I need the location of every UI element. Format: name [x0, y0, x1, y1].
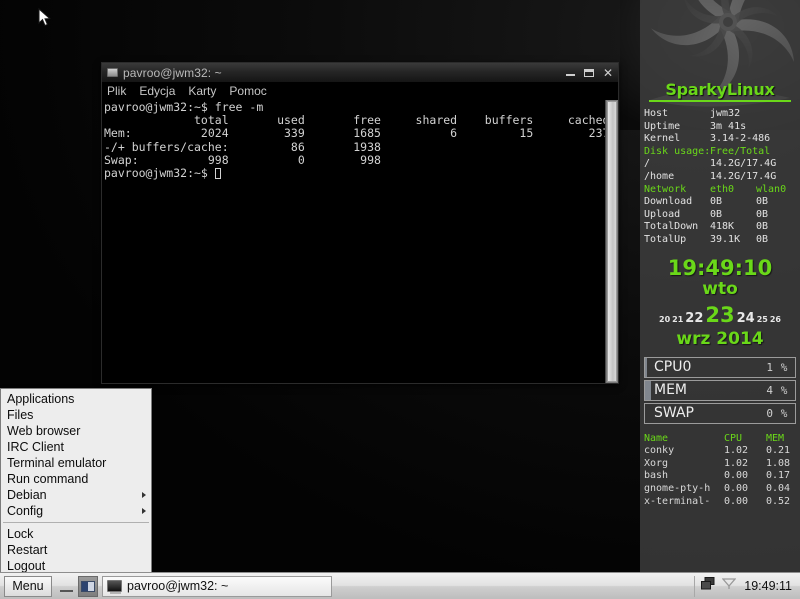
menu-item-restart[interactable]: Restart — [1, 542, 151, 558]
terminal-icon — [107, 68, 118, 77]
show-desktop-icon[interactable] — [55, 576, 77, 597]
taskbar-window-label: pavroo@jwm32: ~ — [127, 579, 228, 593]
terminal-cursor — [215, 168, 221, 179]
pager-desktops — [81, 581, 95, 592]
calendar-day: 26 — [770, 315, 781, 324]
maximize-icon[interactable] — [584, 69, 594, 77]
terminal-title: pavroo@jwm32: ~ — [123, 66, 222, 80]
conky-system-block: Host jwm32 Uptime 3m 41s Kernel 3.14-2-4… — [644, 108, 796, 146]
conky-disk-root: / 14.2G/17.4G — [644, 158, 796, 171]
calendar-day: 20 — [659, 315, 670, 324]
conky-row-host: Host jwm32 — [644, 108, 796, 121]
minimize-icon[interactable] — [566, 74, 575, 76]
process-row: gnome-pty-h 0.00 0.04 — [644, 483, 796, 496]
process-row: x-terminal- 0.00 0.52 — [644, 496, 796, 509]
menu-item-label: Run command — [7, 472, 88, 486]
conky-clock: 19:49:10 — [644, 256, 796, 280]
close-icon[interactable]: ✕ — [603, 68, 613, 78]
menu-item-label: Debian — [7, 488, 47, 502]
taskbar-clock[interactable]: 19:49:11 — [742, 579, 798, 593]
menu-pomoc[interactable]: Pomoc — [229, 84, 266, 98]
conky-weekday: wto — [644, 280, 796, 299]
process-row: Xorg 1.02 1.08 — [644, 458, 796, 471]
menu-karty[interactable]: Karty — [188, 84, 216, 98]
calendar-day: 24 — [737, 311, 755, 326]
taskbar-menu-button[interactable]: Menu — [4, 576, 52, 597]
terminal-scrollbar[interactable] — [605, 100, 618, 383]
submenu-arrow-icon — [142, 508, 146, 514]
taskbar-window-button[interactable]: pavroo@jwm32: ~ — [102, 576, 332, 597]
conky-bar-cpu0: CPU0 1 % — [644, 357, 796, 378]
menu-item-label: Files — [7, 408, 33, 422]
menu-item-label: Web browser — [7, 424, 80, 438]
conky-process-table: Name CPU MEM conky 1.02 0.21 Xorg 1.02 1… — [644, 433, 796, 509]
menu-item-label: Lock — [7, 527, 33, 541]
menu-item-lock[interactable]: Lock — [1, 526, 151, 542]
menu-item-label: Restart — [7, 543, 47, 557]
calendar-day: 21 — [672, 315, 683, 324]
conky-calendar: 20 21 22 23 24 25 26 — [644, 303, 796, 327]
terminal-body[interactable]: pavroo@jwm32:~$ free -m total used free … — [102, 100, 618, 383]
terminal-output-text: pavroo@jwm32:~$ free -m total used free … — [104, 100, 605, 180]
conky-row-uptime: Uptime 3m 41s — [644, 121, 796, 134]
window-controls[interactable]: ✕ — [566, 63, 613, 82]
workspace-pager-icon[interactable] — [78, 576, 98, 597]
process-header-row: Name CPU MEM — [644, 433, 796, 446]
menu-plik[interactable]: Plik — [107, 84, 126, 98]
network-signal-icon[interactable] — [722, 577, 736, 595]
conky-disk-block: Disk usage: Free/Total / 14.2G/17.4G /ho… — [644, 146, 796, 184]
menu-item-label: Logout — [7, 559, 45, 573]
terminal-output[interactable]: pavroo@jwm32:~$ free -m total used free … — [102, 100, 605, 383]
process-row: conky 1.02 0.21 — [644, 445, 796, 458]
calendar-day: 22 — [685, 311, 703, 326]
terminal-window[interactable]: pavroo@jwm32: ~ ✕ Plik Edycja Karty Pomo… — [101, 62, 619, 384]
menu-item-label: Config — [7, 504, 43, 518]
taskbar[interactable]: Menu pavroo@jwm32: ~ 19 — [0, 572, 800, 599]
conky-brand-rule — [649, 100, 791, 102]
conky-network-upload: Upload 0B 0B — [644, 209, 796, 222]
desktop[interactable]: pavroo@jwm32: ~ ✕ Plik Edycja Karty Pomo… — [0, 0, 800, 599]
conky-disk-header: Disk usage: Free/Total — [644, 146, 796, 159]
scrollbar-thumb[interactable] — [607, 101, 617, 382]
mouse-cursor — [38, 8, 52, 28]
calendar-day: 25 — [757, 315, 768, 324]
menu-item-web-browser[interactable]: Web browser — [1, 423, 151, 439]
menu-item-files[interactable]: Files — [1, 407, 151, 423]
windows-stack-icon[interactable] — [701, 577, 715, 595]
conky-disk-home: /home 14.2G/17.4G — [644, 171, 796, 184]
conky-bar-swap: SWAP 0 % — [644, 403, 796, 424]
terminal-icon — [107, 580, 122, 592]
conky-month-year: wrz 2014 — [644, 329, 796, 349]
menu-item-label: IRC Client — [7, 440, 64, 454]
conky-brand: SparkyLinux — [644, 0, 796, 99]
menu-edycja[interactable]: Edycja — [139, 84, 175, 98]
menu-item-applications[interactable]: Applications — [1, 391, 151, 407]
conky-bars: CPU0 1 % MEM 4 % SWAP 0 % — [644, 357, 796, 424]
menu-item-terminal-emulator[interactable]: Terminal emulator — [1, 455, 151, 471]
submenu-arrow-icon — [142, 492, 146, 498]
menu-item-label: Applications — [7, 392, 74, 406]
menu-item-run-command[interactable]: Run command — [1, 471, 151, 487]
conky-network-block: Network eth0 wlan0 Download 0B 0B Upload… — [644, 184, 796, 247]
menu-item-irc-client[interactable]: IRC Client — [1, 439, 151, 455]
root-menu[interactable]: Applications Files Web browser IRC Clien… — [0, 388, 152, 577]
terminal-titlebar[interactable]: pavroo@jwm32: ~ ✕ — [102, 63, 618, 82]
conky-network-download: Download 0B 0B — [644, 196, 796, 209]
menu-item-config[interactable]: Config — [1, 503, 151, 519]
conky-bar-mem: MEM 4 % — [644, 380, 796, 401]
conky-network-totalup: TotalUp 39.1K 0B — [644, 234, 796, 247]
process-row: bash 0.00 0.17 — [644, 470, 796, 483]
system-tray[interactable] — [694, 576, 742, 597]
menu-item-label: Terminal emulator — [7, 456, 106, 470]
conky-network-header: Network eth0 wlan0 — [644, 184, 796, 197]
terminal-menubar[interactable]: Plik Edycja Karty Pomoc — [102, 82, 618, 100]
conky-panel: SparkyLinux Host jwm32 Uptime 3m 41s Ker… — [640, 0, 800, 572]
conky-network-totaldown: TotalDown 418K 0B — [644, 221, 796, 234]
menu-item-debian[interactable]: Debian — [1, 487, 151, 503]
calendar-day-today: 23 — [705, 303, 734, 327]
menu-button-label: Menu — [12, 579, 43, 593]
conky-row-kernel: Kernel 3.14-2-486 — [644, 133, 796, 146]
menu-separator — [3, 522, 149, 523]
